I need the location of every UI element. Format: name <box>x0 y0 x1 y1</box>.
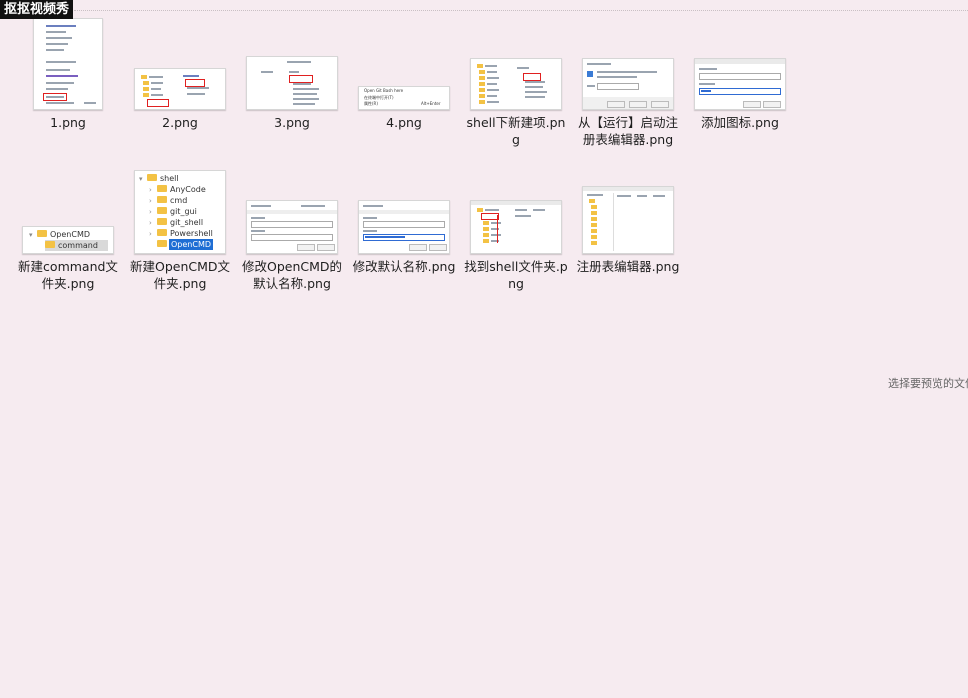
file-tile[interactable]: ▾ shell › AnyCode › cmd › git_gui › git_shell… <box>126 158 234 292</box>
file-tile[interactable]: 修改默认名称.png <box>350 158 458 275</box>
file-name: 修改默认名称.png <box>352 259 456 274</box>
file-name: 3.png <box>274 115 310 130</box>
folder-label: AnyCode <box>170 185 206 194</box>
rename-field: OpenCMD <box>168 239 214 250</box>
folder-label: cmd <box>170 196 188 205</box>
folder-label: OpenCMD <box>50 230 91 239</box>
preview-pane-hint: 选择要预览的文件。 <box>888 377 968 390</box>
folder-label: command <box>58 241 98 250</box>
shortcut-label: Alt+Enter <box>421 101 441 106</box>
file-name: 2.png <box>162 115 198 130</box>
file-name: 修改OpenCMD的默认名称.png <box>241 259 343 291</box>
thumbnail <box>238 14 346 110</box>
file-name: 新建command文件夹.png <box>18 259 118 291</box>
folder-label: git_gui <box>170 207 197 216</box>
file-name: shell下新建项.png <box>466 115 566 147</box>
file-tile[interactable]: 3.png <box>238 14 346 131</box>
thumbnail <box>462 158 570 254</box>
thumbnail: Open Git Bash here 在终端中打开(T) 属性(R) Alt+E… <box>350 14 458 110</box>
thumbnail <box>462 14 570 110</box>
thumbnail <box>126 14 234 110</box>
file-tile[interactable]: 找到shell文件夹.png <box>462 158 570 292</box>
file-tile[interactable]: 注册表编辑器.png <box>574 158 682 275</box>
file-name: 添加图标.png <box>701 115 779 130</box>
file-tile[interactable]: Open Git Bash here 在终端中打开(T) 属性(R) Alt+E… <box>350 14 458 131</box>
folder-label: git_shell <box>170 218 204 227</box>
thumbnail <box>574 158 682 254</box>
thumbnail <box>350 158 458 254</box>
file-grid: 1.png 2.png 3.png Open Git Bash here 在终端… <box>0 0 880 698</box>
file-name: 新建OpenCMD文件夹.png <box>129 259 231 291</box>
file-tile[interactable]: 2.png <box>126 14 234 131</box>
file-tile[interactable]: 从【运行】启动注册表编辑器.png <box>574 14 682 148</box>
file-name: 注册表编辑器.png <box>576 259 680 274</box>
thumbnail <box>238 158 346 254</box>
file-tile[interactable]: ▾ OpenCMD command 新建command文件夹.png <box>14 158 122 292</box>
thumbnail: ▾ shell › AnyCode › cmd › git_gui › git_shell… <box>126 158 234 254</box>
file-name: 1.png <box>50 115 86 130</box>
file-tile[interactable]: 添加图标.png <box>686 14 794 131</box>
file-tile[interactable]: shell下新建项.png <box>462 14 570 148</box>
file-name: 找到shell文件夹.png <box>464 259 568 291</box>
watermark-label: 抠抠视频秀 <box>0 0 74 19</box>
file-tile[interactable]: 1.png <box>14 14 122 131</box>
folder-label: Powershell <box>170 229 213 238</box>
folder-label: shell <box>160 174 179 183</box>
context-menu-item-git-bash: Open Git Bash here <box>364 88 404 93</box>
thumbnail <box>14 14 122 110</box>
file-name: 4.png <box>386 115 422 130</box>
thumbnail <box>686 14 794 110</box>
file-tile[interactable]: 修改OpenCMD的默认名称.png <box>238 158 346 292</box>
thumbnail: ▾ OpenCMD command <box>14 158 122 254</box>
thumbnail <box>574 14 682 110</box>
file-name: 从【运行】启动注册表编辑器.png <box>577 115 678 147</box>
context-menu-item-properties: 属性(R) <box>364 101 378 106</box>
